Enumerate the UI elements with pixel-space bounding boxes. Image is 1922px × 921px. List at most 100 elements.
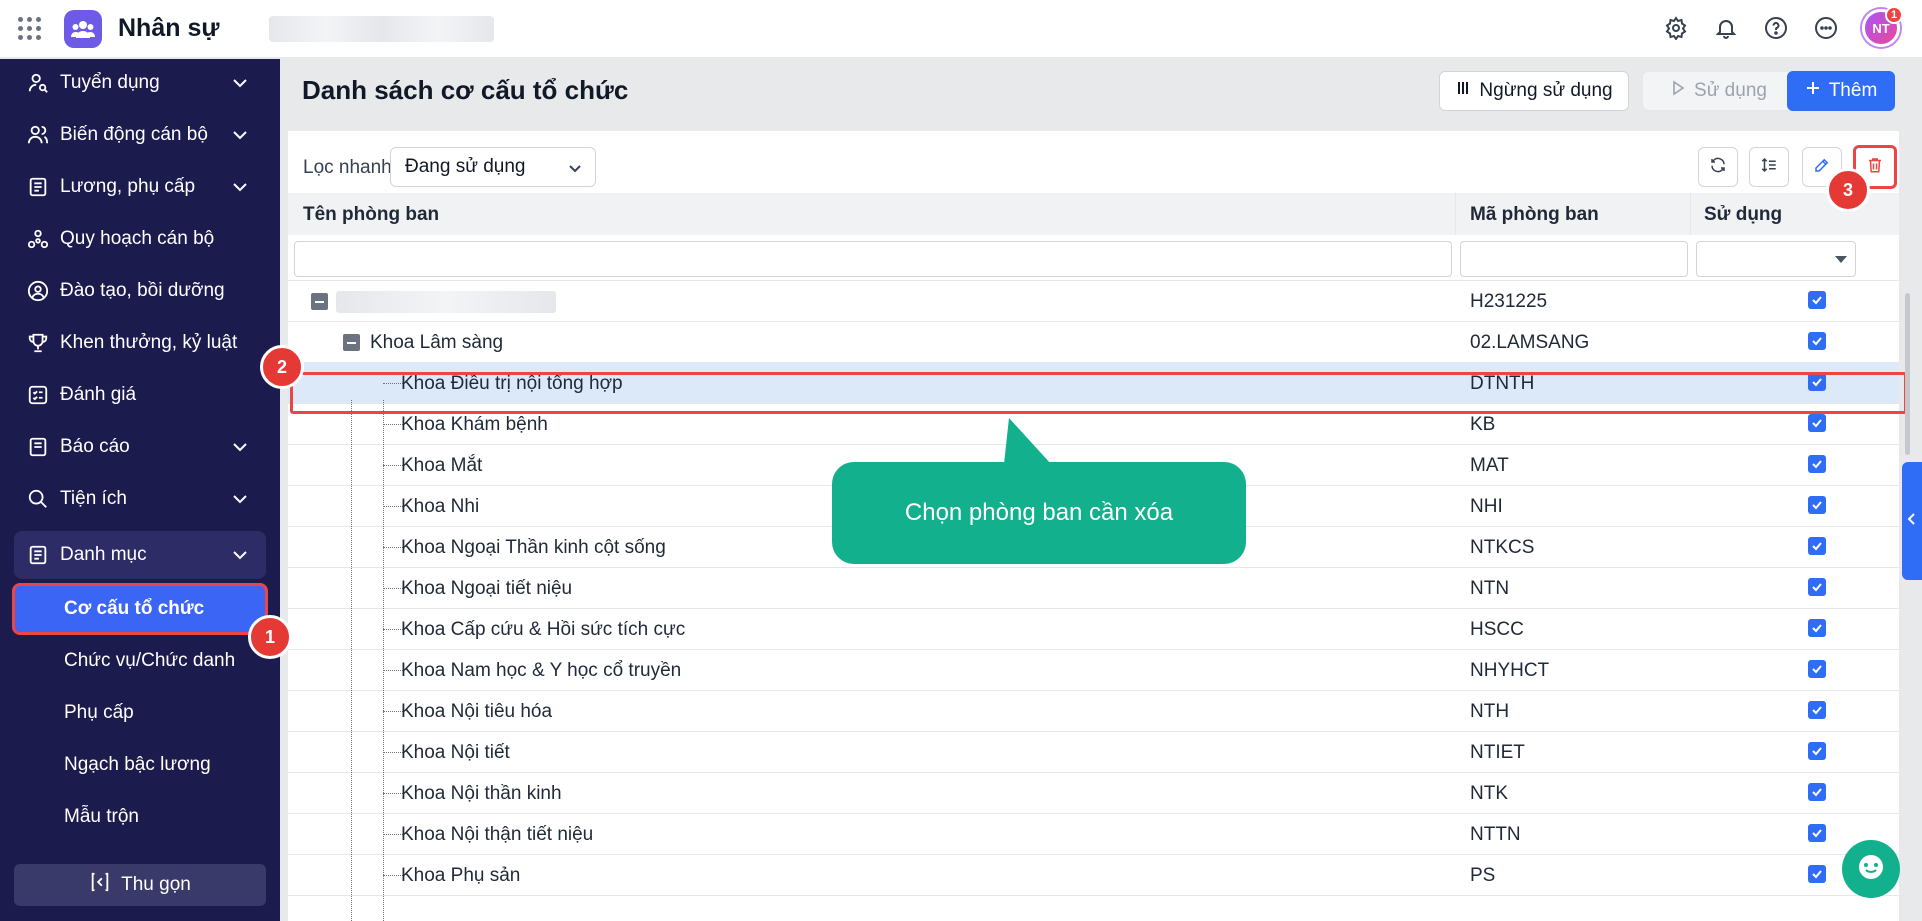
collapse-sidebar-button[interactable]: Thu gọn	[14, 864, 266, 906]
department-code: NTN	[1470, 578, 1510, 599]
sidebar-item-label: Danh mục	[60, 544, 147, 565]
help-icon[interactable]	[1762, 14, 1790, 42]
department-code: KB	[1470, 414, 1496, 435]
active-checkbox[interactable]	[1808, 742, 1826, 760]
active-checkbox[interactable]	[1808, 619, 1826, 637]
sidebar-subitem-positions[interactable]: Chức vụ/Chức danh	[14, 637, 266, 685]
add-label: Thêm	[1828, 80, 1878, 101]
table-row[interactable]: Khoa Nội thận tiết niệu NTTN	[288, 814, 1899, 855]
sidebar-item-reports[interactable]: Báo cáo	[14, 423, 266, 471]
sidebar: Tuyển dụng Biến động cán bộ Lương, phụ c…	[0, 59, 280, 921]
org-icon	[26, 227, 50, 251]
department-code: NHI	[1470, 496, 1503, 517]
active-checkbox[interactable]	[1808, 865, 1826, 883]
table-row[interactable]: Khoa Phụ sản PS	[288, 855, 1899, 896]
app-grid-icon[interactable]	[18, 17, 42, 41]
pause-icon	[1455, 80, 1471, 102]
department-code: NTK	[1470, 783, 1508, 804]
table-row[interactable]: Khoa Cấp cứu & Hồi sức tích cực HSCC	[288, 609, 1899, 650]
use-label: Sử dụng	[1694, 80, 1767, 101]
active-checkbox[interactable]	[1808, 537, 1826, 555]
active-checkbox[interactable]	[1808, 373, 1826, 391]
active-checkbox[interactable]	[1808, 701, 1826, 719]
tree-branch-line	[383, 424, 403, 425]
side-panel-toggle[interactable]	[1902, 462, 1922, 580]
department-name: Khoa Nội tiêu hóa	[401, 701, 553, 722]
users-icon	[26, 123, 50, 147]
active-checkbox[interactable]	[1808, 496, 1826, 514]
settings-icon[interactable]	[1662, 14, 1690, 42]
department-name: Khoa Nam học & Y học cổ truyền	[401, 660, 682, 681]
department-code: NTH	[1470, 701, 1510, 722]
sidebar-item-label: Lương, phụ cấp	[60, 176, 196, 197]
table-row[interactable]: Khoa Lâm sàng 02.LAMSANG	[288, 322, 1899, 363]
more-icon[interactable]	[1812, 14, 1840, 42]
active-checkbox[interactable]	[1808, 291, 1826, 309]
table-row[interactable]: Khoa Nội tiêu hóa NTH	[288, 691, 1899, 732]
chat-button[interactable]	[1842, 840, 1900, 898]
sidebar-item-planning[interactable]: Quy hoạch cán bộ	[14, 215, 266, 263]
refresh-button[interactable]	[1698, 147, 1738, 187]
tree-branch-line	[383, 465, 403, 466]
user-avatar[interactable]: NT 1	[1862, 6, 1903, 47]
quick-filter-label: Lọc nhanh	[303, 157, 392, 178]
department-name: Khoa Nội thận tiết niệu	[401, 824, 594, 845]
department-name: Khoa Nội thần kinh	[401, 783, 562, 804]
tree-branch-line	[383, 711, 403, 712]
sidebar-item-staff-changes[interactable]: Biến động cán bộ	[14, 111, 266, 159]
active-checkbox[interactable]	[1808, 578, 1826, 596]
add-button[interactable]: Thêm	[1787, 71, 1895, 111]
collapse-node-icon[interactable]	[311, 293, 328, 310]
sidebar-item-training[interactable]: Đào tạo, bồi dưỡng	[14, 267, 266, 315]
department-code: NTIET	[1470, 742, 1525, 763]
table-row[interactable]: Khoa Khám bệnh KB	[288, 404, 1899, 445]
use-button[interactable]: Sử dụng	[1642, 71, 1795, 111]
active-checkbox[interactable]	[1808, 783, 1826, 801]
sidebar-item-utilities[interactable]: Tiện ích	[14, 475, 266, 523]
active-checkbox[interactable]	[1808, 414, 1826, 432]
table-row[interactable]: Khoa Điều trị nội tổng hợp DTNTH	[288, 363, 1899, 404]
table-row[interactable]: Khoa Nội thần kinh NTK	[288, 773, 1899, 814]
sidebar-subitem-salary-scale[interactable]: Ngạch bậc lương	[14, 741, 266, 789]
sidebar-subitem-org-structure[interactable]: Cơ cấu tổ chức	[12, 583, 268, 635]
sidebar-item-label: Đào tạo, bồi dưỡng	[60, 280, 225, 301]
sidebar-subitem-templates[interactable]: Mẫu trộn	[14, 793, 266, 841]
top-bar: Nhân sự NT 1	[0, 0, 1922, 58]
page-title: Danh sách cơ cấu tổ chức	[302, 75, 629, 105]
sidebar-item-rewards[interactable]: Khen thưởng, kỷ luật	[14, 319, 266, 367]
quick-filter-value: Đang sử dụng	[405, 156, 526, 177]
active-filter-select[interactable]	[1696, 241, 1856, 277]
code-filter-input[interactable]	[1460, 241, 1688, 277]
chevron-down-icon	[230, 545, 250, 571]
table-row[interactable]: Khoa Nam học & Y học cổ truyền NHYHCT	[288, 650, 1899, 691]
sidebar-item-salary[interactable]: Lương, phụ cấp	[14, 163, 266, 211]
stop-using-button[interactable]: Ngừng sử dụng	[1439, 71, 1629, 111]
department-code: HSCC	[1470, 619, 1524, 640]
sidebar-item-categories[interactable]: Danh mục	[14, 531, 266, 579]
tree-branch-line	[383, 670, 403, 671]
sidebar-item-recruitment[interactable]: Tuyển dụng	[14, 59, 266, 107]
department-name: Khoa Ngoại tiết niệu	[401, 578, 573, 599]
sidebar-item-evaluation[interactable]: Đánh giá	[14, 371, 266, 419]
sort-button[interactable]	[1749, 147, 1789, 187]
sidebar-subitem-allowances[interactable]: Phụ cấp	[14, 689, 266, 737]
table-row[interactable]: H231225	[288, 281, 1899, 322]
collapse-node-icon[interactable]	[343, 334, 360, 351]
active-checkbox[interactable]	[1808, 455, 1826, 473]
column-header-name: Tên phòng ban	[303, 204, 440, 225]
user-badge-icon	[26, 279, 50, 303]
table-scrollbar[interactable]	[1905, 293, 1910, 455]
sidebar-item-label: Biến động cán bộ	[60, 124, 208, 145]
tree-branch-line	[383, 793, 403, 794]
column-header-code: Mã phòng ban	[1470, 204, 1599, 225]
app-title: Nhân sự	[118, 14, 220, 42]
active-checkbox[interactable]	[1808, 824, 1826, 842]
active-checkbox[interactable]	[1808, 332, 1826, 350]
report-icon	[26, 435, 50, 459]
table-row[interactable]: Khoa Ngoại tiết niệu NTN	[288, 568, 1899, 609]
notification-bell-icon[interactable]	[1712, 14, 1740, 42]
name-filter-input[interactable]	[294, 241, 1452, 277]
quick-filter-select[interactable]: Đang sử dụng	[390, 147, 596, 187]
table-row[interactable]: Khoa Nội tiết NTIET	[288, 732, 1899, 773]
active-checkbox[interactable]	[1808, 660, 1826, 678]
